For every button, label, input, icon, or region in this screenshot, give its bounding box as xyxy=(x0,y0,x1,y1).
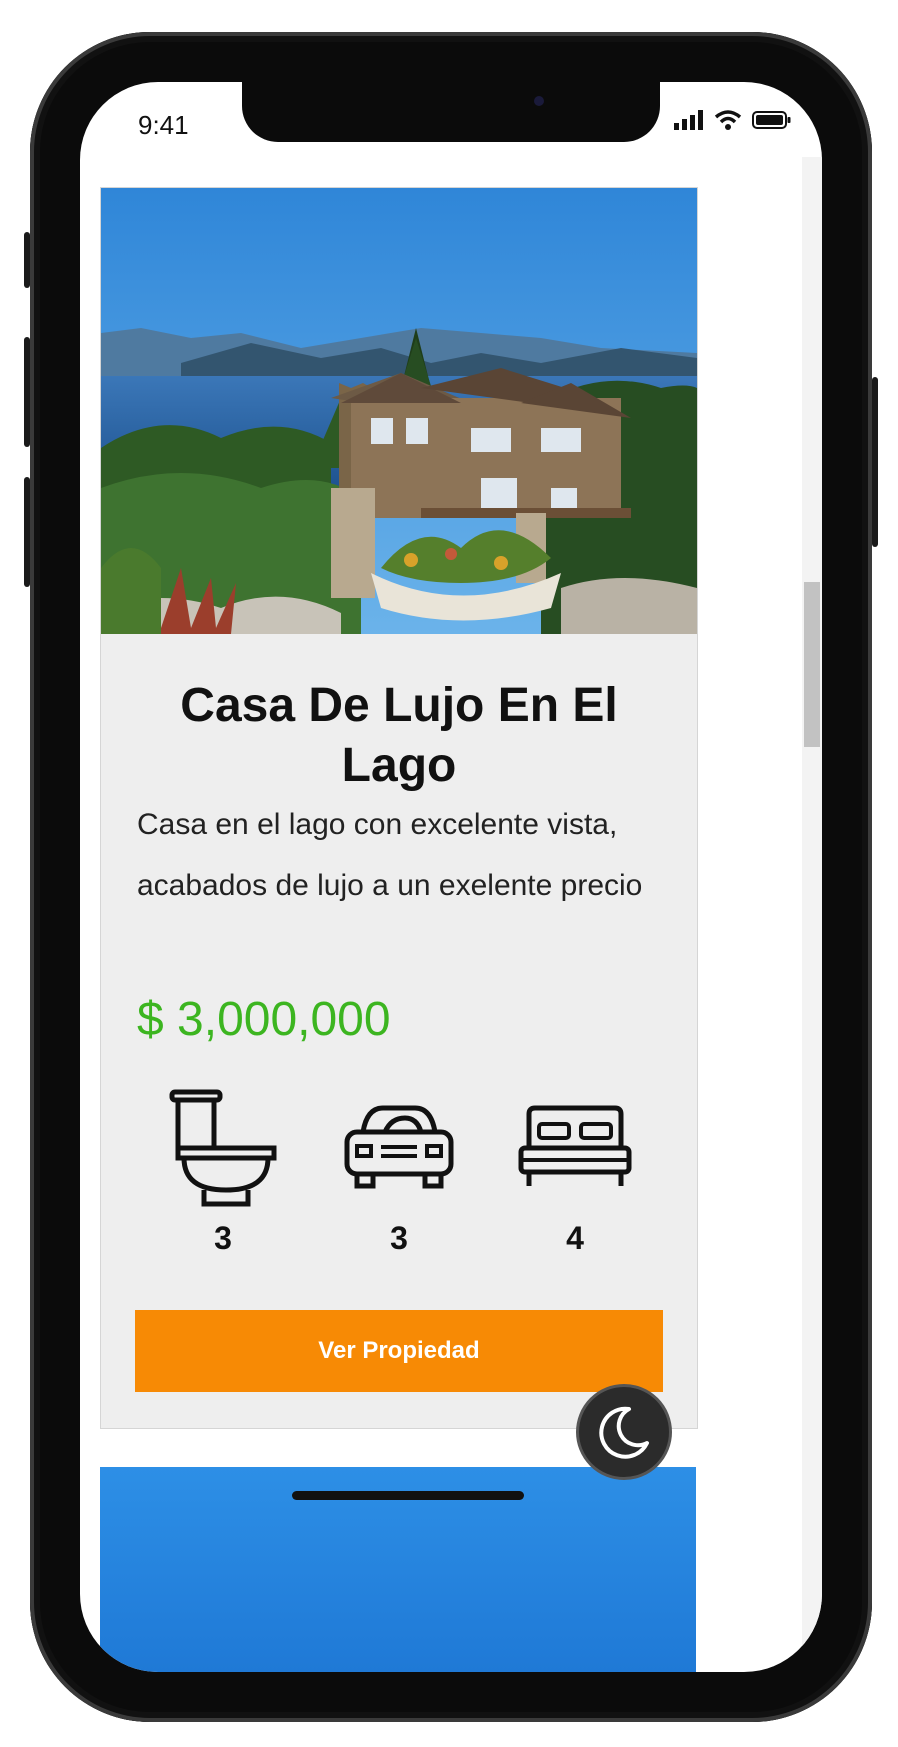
front-camera xyxy=(534,96,544,106)
view-property-button[interactable]: Ver Propiedad xyxy=(135,1310,663,1392)
property-image xyxy=(101,188,697,634)
wifi-icon xyxy=(714,110,742,130)
phone-frame: 9:41 Casa De Lujo En El Lago Casa en el … xyxy=(24,32,878,1722)
dark-mode-toggle[interactable] xyxy=(576,1384,672,1480)
toilet-icon xyxy=(169,1089,277,1207)
property-title: Casa De Lujo En El Lago xyxy=(180,679,618,792)
feature-bedrooms: 4 xyxy=(505,1088,645,1257)
feature-parking: 3 xyxy=(329,1088,469,1257)
power-button xyxy=(872,377,878,547)
volume-down-button xyxy=(24,477,30,587)
battery-icon xyxy=(752,111,791,129)
property-card: Casa De Lujo En El Lago Casa en el lago … xyxy=(100,187,698,1429)
mute-switch xyxy=(24,232,30,288)
lake-house-illustration xyxy=(101,188,697,634)
feature-bathrooms: 3 xyxy=(153,1088,293,1257)
bathroom-count: 3 xyxy=(214,1220,232,1256)
bedroom-count: 4 xyxy=(566,1220,584,1256)
bed-icon xyxy=(518,1105,632,1186)
notch xyxy=(242,82,660,142)
home-indicator[interactable] xyxy=(292,1491,524,1500)
property-description: Casa en el lago con excelente vista, aca… xyxy=(137,808,643,902)
signal-bars-icon xyxy=(674,110,703,130)
scrollbar-track[interactable] xyxy=(802,157,822,1672)
volume-up-button xyxy=(24,337,30,447)
parking-count: 3 xyxy=(390,1220,408,1256)
status-icons xyxy=(674,110,792,130)
property-price: $ 3,000,000 xyxy=(137,993,391,1046)
status-time: 9:41 xyxy=(138,110,189,140)
phone-screen: 9:41 Casa De Lujo En El Lago Casa en el … xyxy=(80,82,822,1672)
car-icon xyxy=(344,1105,454,1189)
scrollbar-thumb[interactable] xyxy=(804,582,820,747)
moon-icon xyxy=(599,1406,649,1459)
